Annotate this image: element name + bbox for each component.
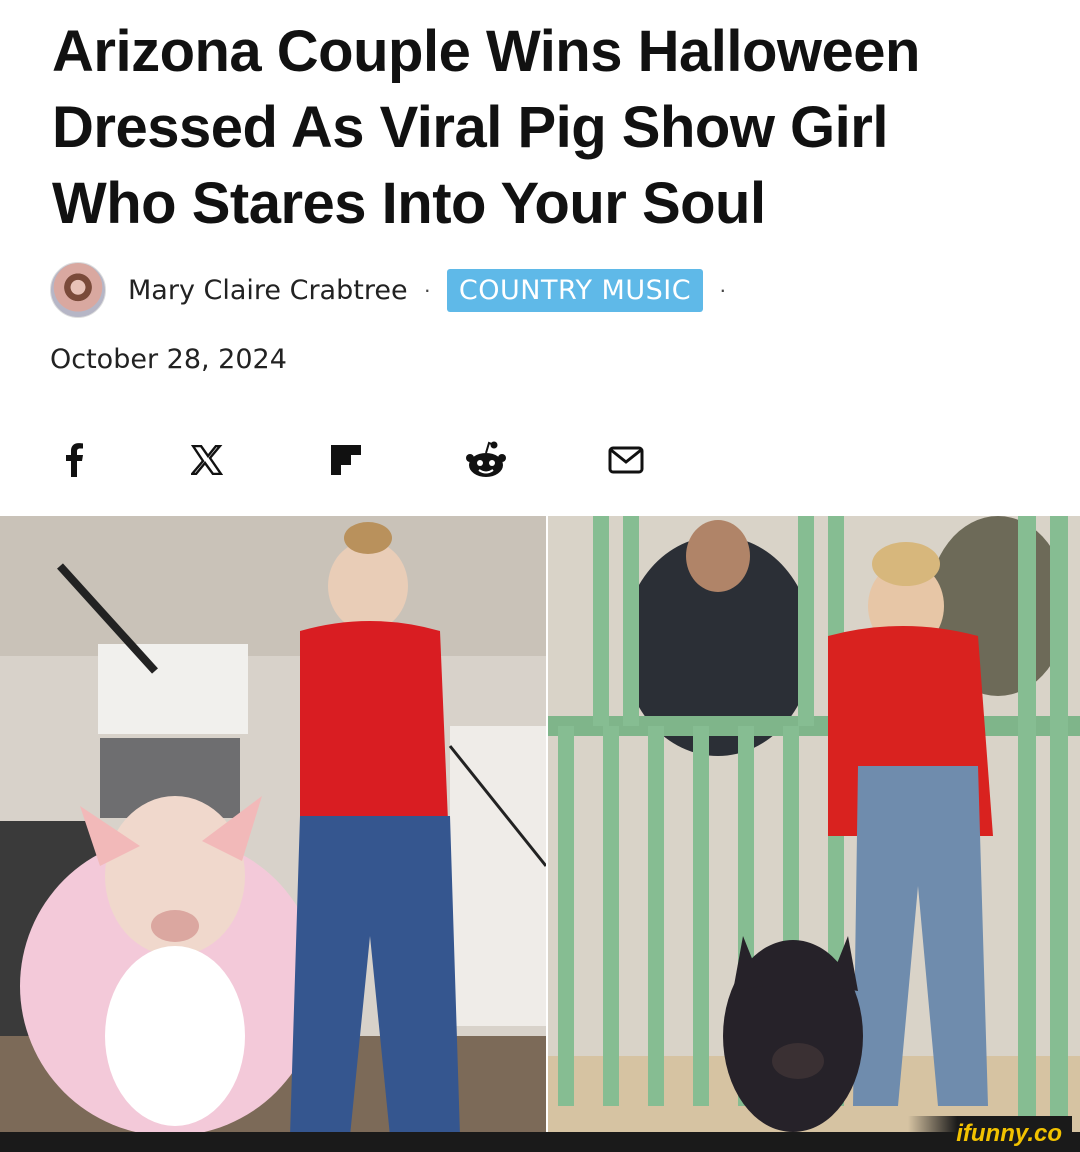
pig-show-photo: [548, 516, 1080, 1132]
headline-line: Dressed As Viral Pig Show Girl: [52, 95, 888, 160]
byline-separator: ·: [423, 277, 431, 302]
costume-photo: [0, 516, 546, 1132]
watermark-text: ifunny.co: [956, 1120, 1062, 1147]
x-icon[interactable]: [183, 436, 231, 484]
author-avatar[interactable]: [50, 262, 106, 318]
email-icon[interactable]: [602, 436, 650, 484]
author-name-link[interactable]: Mary Claire Crabtree: [128, 275, 408, 306]
article-headline: Arizona Couple Wins Halloween Dressed As…: [52, 14, 1032, 242]
headline-line: Who Stares Into Your Soul: [52, 171, 766, 236]
flipboard-icon[interactable]: [322, 436, 370, 484]
reddit-icon[interactable]: [462, 436, 510, 484]
byline: Mary Claire Crabtree · COUNTRY MUSIC ·: [50, 262, 950, 318]
publish-date: October 28, 2024: [50, 344, 287, 375]
byline-separator: ·: [719, 277, 727, 302]
facebook-icon[interactable]: [50, 436, 98, 484]
share-bar: [50, 436, 670, 484]
category-tag[interactable]: COUNTRY MUSIC: [446, 268, 704, 312]
headline-line: Arizona Couple Wins Halloween: [52, 19, 920, 84]
ifunny-watermark: ifunny.co: [908, 1116, 1072, 1152]
